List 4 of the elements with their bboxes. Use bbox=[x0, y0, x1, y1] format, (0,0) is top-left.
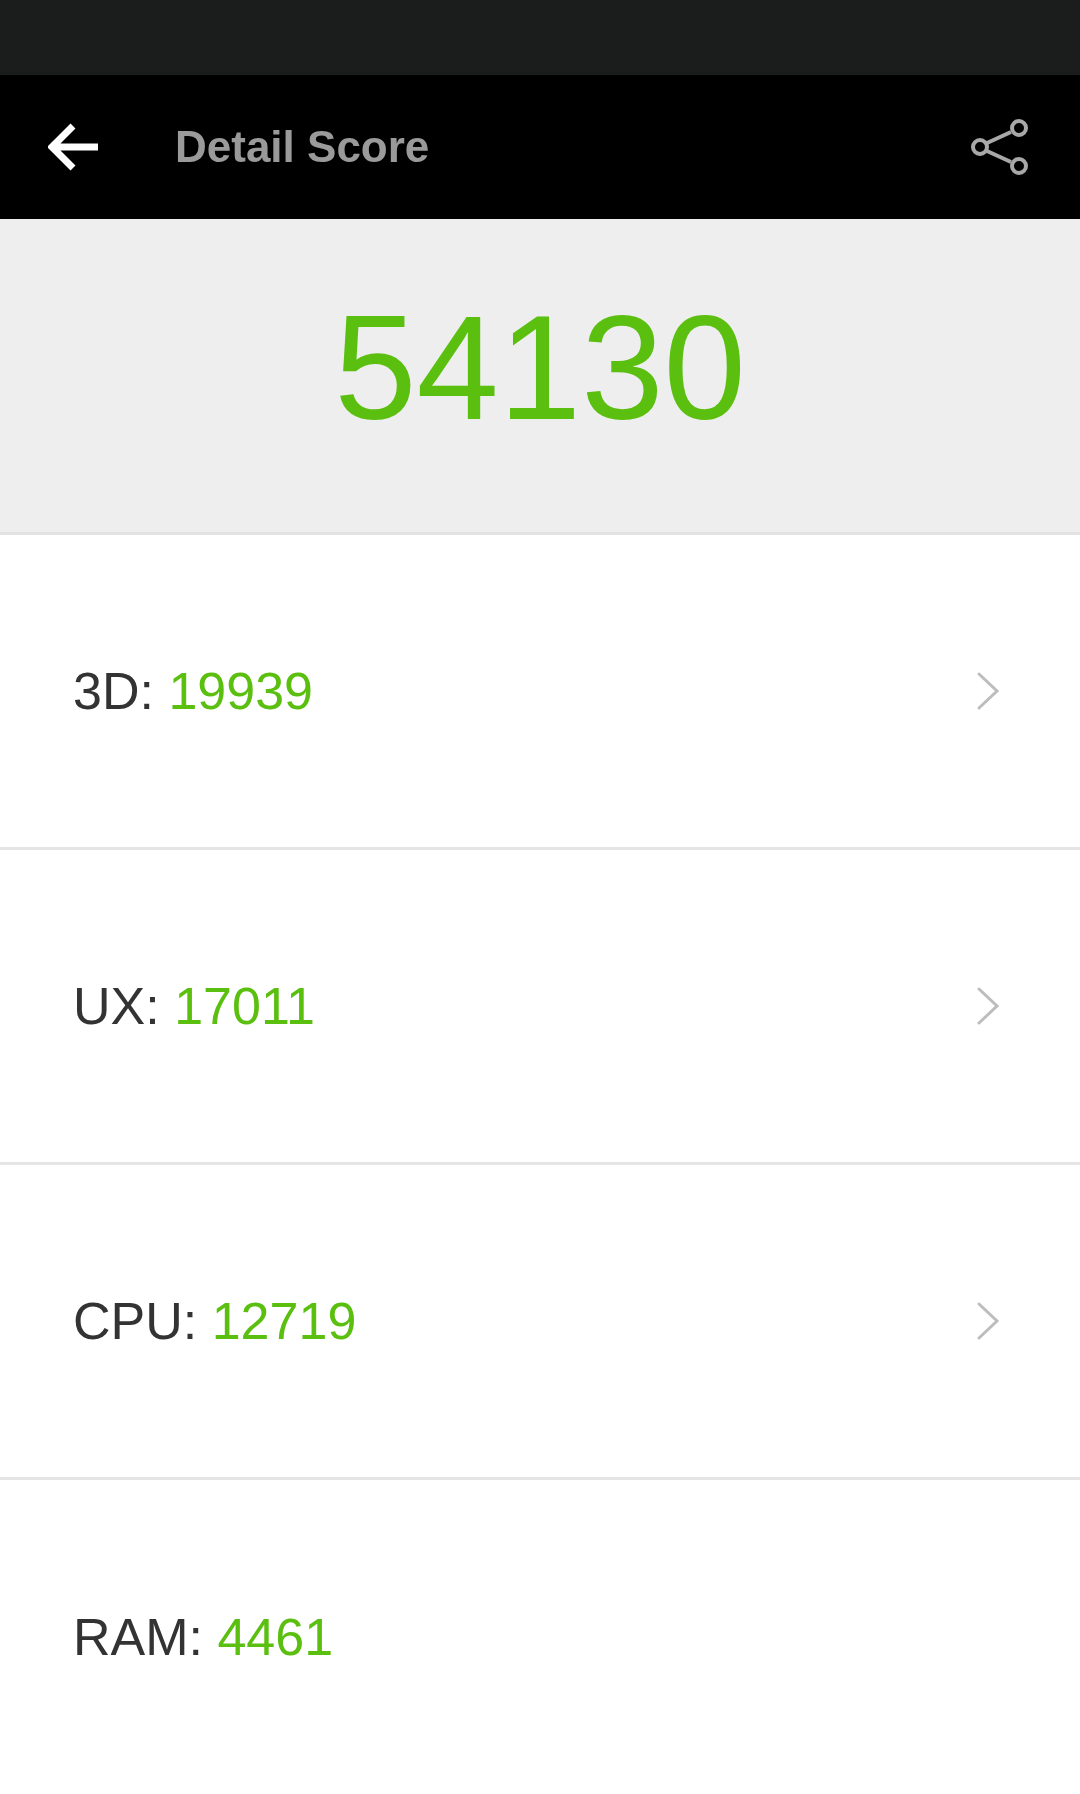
total-score: 54130 bbox=[334, 293, 746, 442]
toolbar-title: Detail Score bbox=[175, 125, 430, 169]
share-icon[interactable] bbox=[970, 119, 1030, 175]
back-arrow-icon[interactable] bbox=[48, 122, 100, 172]
